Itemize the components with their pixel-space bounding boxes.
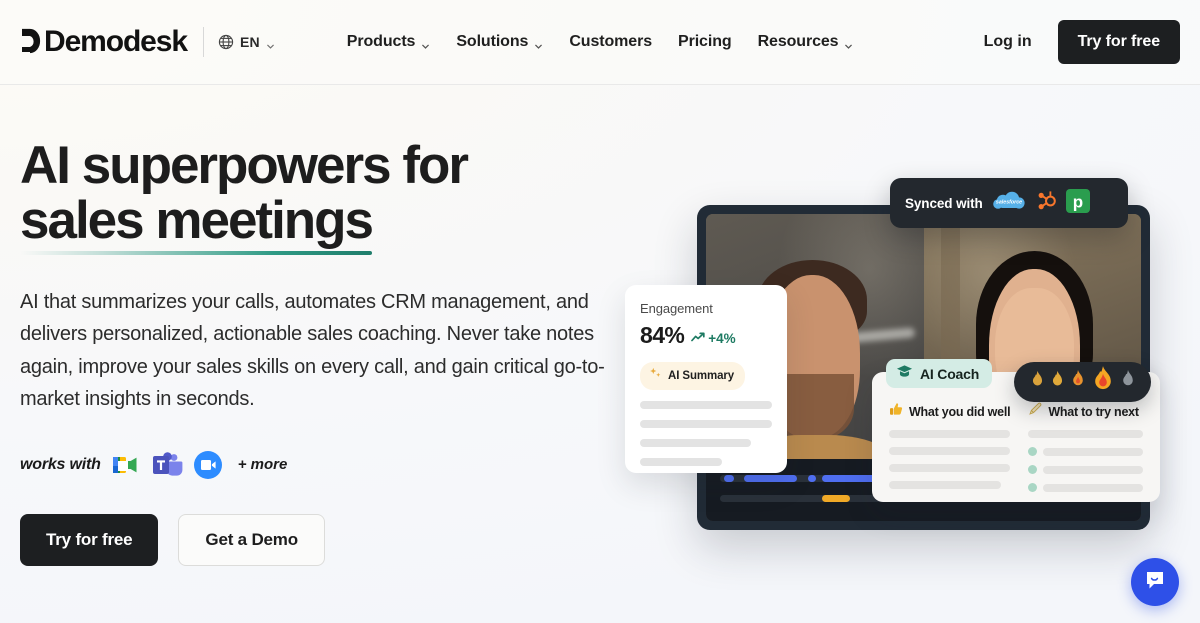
- header-try-for-free-button[interactable]: Try for free: [1057, 20, 1180, 64]
- skeleton-line: [889, 430, 1011, 438]
- language-selector[interactable]: EN: [218, 34, 275, 50]
- chevron-down-icon: [421, 38, 430, 49]
- bullet-dot-icon: [1028, 447, 1038, 456]
- demodesk-d-mark-icon: [20, 27, 41, 57]
- bullet-dot-icon: [1028, 483, 1038, 492]
- skeleton-line: [1028, 430, 1143, 438]
- streak-flames-pill: [1014, 362, 1151, 402]
- svg-text:p: p: [1072, 192, 1082, 211]
- login-link[interactable]: Log in: [984, 33, 1032, 51]
- flame-icon: [1070, 369, 1086, 395]
- flame-icon: [1050, 370, 1065, 395]
- google-meet-icon: [110, 449, 142, 481]
- nav-item-pricing[interactable]: Pricing: [678, 33, 732, 51]
- engagement-delta: +4%: [691, 331, 736, 346]
- microsoft-teams-icon: [151, 449, 183, 481]
- coach-column-try-next: What to try next: [1028, 402, 1143, 492]
- coach-column-did-well: What you did well: [889, 402, 1011, 492]
- ai-summary-badge: AI Summary: [640, 362, 746, 390]
- nav-item-resources[interactable]: Resources: [758, 33, 854, 51]
- skeleton-bullet-row: [1028, 483, 1143, 492]
- hero-subheading: AI that summarizes your calls, automates…: [20, 291, 605, 410]
- skeleton-line: [640, 401, 772, 409]
- flame-icon: [1030, 370, 1045, 395]
- skeleton-line: [889, 447, 1011, 455]
- hero-content: AI superpowers for sales meetings AI tha…: [20, 138, 620, 566]
- header-divider: [202, 27, 204, 57]
- flame-icon: [1120, 369, 1136, 395]
- ai-coach-label: AI Coach: [920, 365, 980, 382]
- skeleton-bullet-row: [1028, 465, 1143, 474]
- headline-line-1: AI superpowers for: [20, 136, 469, 195]
- coach-column-header: What you did well: [889, 402, 1011, 421]
- ai-summary-label: AI Summary: [668, 370, 735, 382]
- skeleton-line: [889, 481, 1001, 489]
- bullet-dot-icon: [1028, 465, 1038, 474]
- chat-widget-button[interactable]: [1131, 558, 1179, 606]
- skeleton-line: [640, 420, 772, 428]
- nav-item-customers[interactable]: Customers: [569, 33, 652, 51]
- pipedrive-icon: p: [1065, 188, 1090, 218]
- language-label: EN: [239, 34, 260, 50]
- skeleton-line: [1043, 447, 1143, 456]
- salesforce-icon: salesforce: [992, 189, 1026, 218]
- pencil-icon: [1028, 402, 1042, 421]
- works-with-label: works with: [20, 455, 101, 473]
- hero-visual: Synced with salesforce p Engagement 84% …: [600, 150, 1200, 550]
- ai-coach-tab: AI Coach: [886, 359, 993, 388]
- skeleton-bullet-row: [1028, 447, 1143, 456]
- hero-cta-row: Try for free Get a Demo: [20, 513, 620, 566]
- engagement-title: Engagement: [640, 301, 713, 316]
- engagement-value: 84%: [640, 322, 685, 348]
- hubspot-icon: [1035, 189, 1057, 218]
- nav-item-solutions[interactable]: Solutions: [456, 33, 543, 51]
- skeleton-line: [640, 458, 722, 466]
- hero-try-for-free-button[interactable]: Try for free: [20, 513, 159, 566]
- nav-item-products[interactable]: Products: [347, 33, 431, 51]
- flame-icon: [1091, 365, 1115, 399]
- demodesk-logo[interactable]: Demodesk: [20, 25, 188, 59]
- integrations-row: works with + more: [20, 449, 620, 481]
- chat-bubble-icon: [1143, 568, 1167, 597]
- engagement-delta-value: +4%: [708, 331, 736, 346]
- skeleton-line: [640, 439, 751, 447]
- coach-column-title: What to try next: [1048, 404, 1139, 419]
- skeleton-line: [1043, 465, 1143, 474]
- works-with-more-label: + more: [237, 456, 288, 474]
- trend-up-icon: [691, 331, 706, 346]
- site-header: Demodesk EN Products Solutions Customers…: [0, 0, 1200, 85]
- sparkle-icon: [649, 367, 662, 385]
- engagement-card: Engagement 84% +4% AI Summary: [625, 285, 787, 473]
- nav-label: Customers: [569, 33, 653, 50]
- ai-coach-columns: What you did well What to try next: [889, 402, 1143, 492]
- header-actions: Log in Try for free: [984, 20, 1180, 64]
- chevron-down-icon: [266, 38, 275, 49]
- zoom-icon: [192, 449, 224, 481]
- coach-column-title: What you did well: [909, 404, 1011, 419]
- nav-label: Products: [346, 33, 416, 50]
- synced-with-card: Synced with salesforce p: [890, 178, 1128, 228]
- graduation-cap-icon: [896, 364, 913, 383]
- skeleton-line: [1043, 483, 1143, 492]
- nav-label: Resources: [757, 33, 839, 50]
- hero-get-a-demo-button[interactable]: Get a Demo: [178, 513, 325, 566]
- skeleton-line: [889, 464, 1011, 472]
- engagement-value-row: 84% +4%: [640, 322, 772, 349]
- logo-wordmark: Demodesk: [44, 25, 188, 58]
- chevron-down-icon: [844, 38, 853, 49]
- headline-line-2: sales meetings: [20, 191, 374, 256]
- coach-column-header: What to try next: [1028, 402, 1143, 421]
- chevron-down-icon: [534, 38, 543, 49]
- synced-with-label: Synced with: [905, 195, 983, 211]
- nav-label: Solutions: [456, 33, 529, 50]
- svg-text:salesforce: salesforce: [996, 199, 1022, 205]
- primary-nav: Products Solutions Customers Pricing Res…: [347, 33, 854, 51]
- page-title: AI superpowers for sales meetings: [20, 136, 620, 256]
- globe-icon: [218, 34, 234, 50]
- nav-label: Pricing: [678, 33, 732, 50]
- thumbs-up-icon: [889, 402, 903, 421]
